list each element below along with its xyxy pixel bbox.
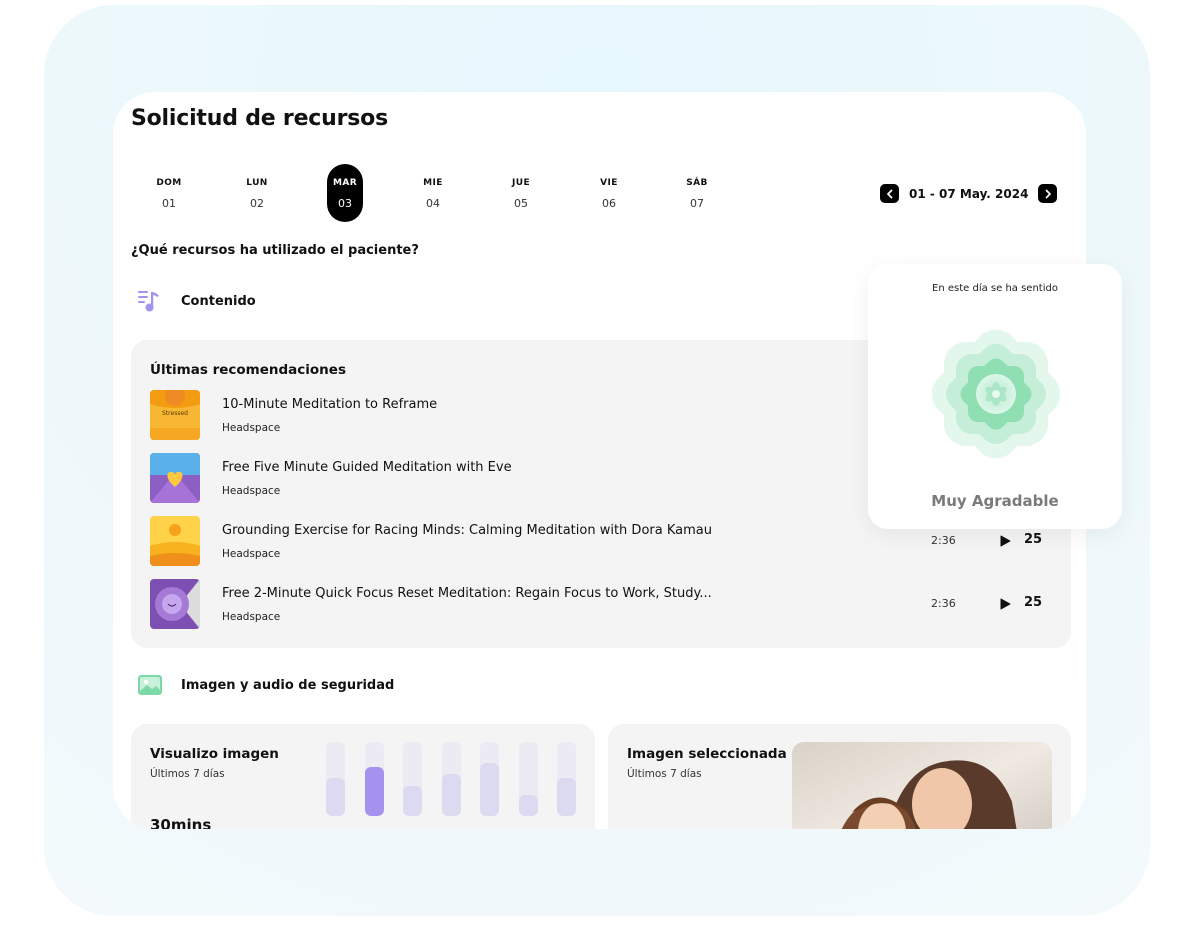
music-list-icon — [138, 291, 159, 312]
mood-flower-icon — [931, 329, 1061, 459]
day-number: 02 — [250, 197, 264, 210]
day-number: 03 — [338, 197, 352, 210]
meditation-thumbnail — [150, 579, 200, 629]
recommendation-duration: 2:36 — [931, 597, 956, 610]
play-icon[interactable] — [999, 598, 1011, 610]
recommendation-title: 10-Minute Meditation to Reframe — [222, 397, 438, 412]
day-name: LUN — [246, 178, 268, 188]
day-mie[interactable]: MIE 04 — [415, 164, 451, 222]
day-jue[interactable]: JUE 05 — [503, 164, 539, 222]
usage-bar-fill — [403, 786, 422, 816]
safety-section-label: Imagen y audio de seguridad — [181, 677, 395, 693]
visualized-image-total: 30mins — [150, 816, 212, 829]
day-name: VIE — [600, 178, 618, 188]
meditation-thumbnail — [150, 516, 200, 566]
recommendation-source: Headspace — [222, 611, 281, 623]
previous-week-button[interactable] — [880, 184, 899, 203]
selected-image-photo[interactable] — [792, 742, 1052, 829]
day-number: 06 — [602, 197, 616, 210]
week-range-selector: 01 - 07 May. 2024 — [880, 183, 1058, 204]
recommendation-source: Headspace — [222, 485, 281, 497]
selected-image-panel: Imagen seleccionada Últimos 7 días — [608, 724, 1071, 829]
meditation-thumbnail — [150, 453, 200, 503]
day-number: 05 — [514, 197, 528, 210]
thumbnail-caption: Stressed — [162, 410, 188, 417]
day-lun[interactable]: LUN 02 — [239, 164, 275, 222]
usage-bar — [518, 742, 538, 816]
recommendation-title: Free 2-Minute Quick Focus Reset Meditati… — [222, 586, 712, 601]
usage-bar-fill — [441, 774, 461, 816]
day-name: MIE — [423, 178, 443, 188]
usage-bar-fill — [326, 778, 345, 816]
content-section-label: Contenido — [181, 293, 256, 309]
day-name: DOM — [156, 178, 182, 188]
day-dom[interactable]: DOM 01 — [151, 164, 187, 222]
safety-section-header: Imagen y audio de seguridad — [137, 672, 394, 698]
day-name: SÁB — [686, 178, 708, 188]
usage-bar — [557, 742, 576, 816]
content-section-header: Contenido — [137, 288, 256, 314]
meditation-thumbnail: Stressed — [150, 390, 200, 440]
recommendation-item[interactable]: Free 2-Minute Quick Focus Reset Meditati… — [150, 579, 1050, 631]
usage-bar — [480, 742, 499, 816]
day-vie[interactable]: VIE 06 — [591, 164, 627, 222]
usage-bar — [441, 742, 461, 816]
usage-bar-fill — [518, 795, 538, 816]
selected-image-period: Últimos 7 días — [627, 768, 702, 780]
recommendation-duration: 2:36 — [931, 534, 956, 547]
recommendation-title: Grounding Exercise for Racing Minds: Cal… — [222, 523, 712, 538]
usage-bar-fill — [480, 763, 499, 816]
usage-bar — [326, 742, 345, 816]
recommendation-source: Headspace — [222, 548, 281, 560]
recommendation-source: Headspace — [222, 422, 281, 434]
usage-bar — [403, 742, 422, 816]
recommendation-title: Free Five Minute Guided Meditation with … — [222, 460, 512, 475]
mood-label: Muy Agradable — [931, 492, 1059, 510]
mood-card: En este día se ha sentido Muy Agradable — [868, 264, 1122, 529]
visualized-image-period: Últimos 7 días — [150, 768, 225, 780]
play-icon[interactable] — [999, 535, 1011, 547]
page-title: Solicitud de recursos — [131, 106, 388, 131]
day-name: MAR — [332, 178, 358, 188]
day-number: 01 — [162, 197, 176, 210]
day-number: 07 — [690, 197, 704, 210]
day-sab[interactable]: SÁB 07 — [679, 164, 715, 222]
visualized-image-panel: Visualizo imagen Últimos 7 días 30mins — [131, 724, 595, 829]
recommendation-play-count: 25 — [1024, 595, 1043, 610]
day-number: 04 — [426, 197, 440, 210]
resources-question: ¿Qué recursos ha utilizado el paciente? — [131, 243, 419, 258]
recommendation-play-count: 25 — [1024, 532, 1043, 547]
chevron-right-icon — [1045, 189, 1051, 198]
day-name: JUE — [511, 178, 530, 188]
chevron-left-icon — [886, 189, 892, 198]
date-range-label: 01 - 07 May. 2024 — [909, 186, 1029, 201]
next-week-button[interactable] — [1038, 184, 1058, 203]
recommendations-title: Últimas recomendaciones — [150, 362, 346, 378]
mood-subtitle: En este día se ha sentido — [932, 283, 1058, 294]
image-icon — [138, 675, 162, 695]
selected-image-title: Imagen seleccionada — [627, 746, 787, 762]
usage-bar-fill — [364, 767, 384, 816]
visualized-image-title: Visualizo imagen — [150, 746, 279, 762]
day-mar-selected[interactable]: MAR 03 — [327, 164, 363, 222]
usage-bar-fill — [557, 778, 576, 816]
usage-bar — [364, 742, 384, 816]
